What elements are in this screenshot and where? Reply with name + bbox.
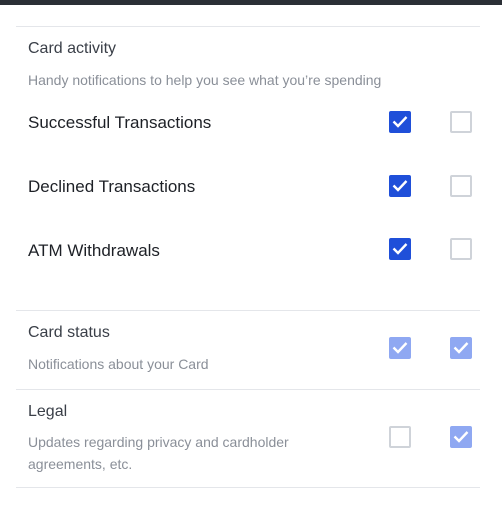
declined-transactions-checkbox-2[interactable] — [450, 175, 472, 197]
row-label-declined-transactions: Declined Transactions — [28, 177, 196, 196]
legal-title: Legal — [28, 403, 68, 420]
atm-withdrawals-checkbox-2[interactable] — [450, 238, 472, 260]
card-activity-description: Handy notifications to help you see what… — [28, 72, 382, 88]
top-bar — [0, 0, 502, 5]
divider — [16, 389, 480, 390]
row-label-atm-withdrawals: ATM Withdrawals — [28, 241, 160, 260]
card-status-title: Card status — [28, 324, 110, 341]
legal-checkbox-1 — [389, 426, 411, 448]
card-status-description: Notifications about your Card — [28, 356, 209, 372]
atm-withdrawals-checkbox-1[interactable] — [389, 238, 411, 260]
declined-transactions-checkbox-1[interactable] — [389, 175, 411, 197]
card-status-checkbox-2 — [450, 337, 472, 359]
divider — [16, 487, 480, 488]
legal-checkbox-2 — [450, 426, 472, 448]
card-status-checkbox-1 — [389, 337, 411, 359]
divider — [16, 310, 480, 311]
legal-description: Updates regarding privacy and cardholder… — [28, 434, 289, 472]
row-label-successful-transactions: Successful Transactions — [28, 113, 212, 132]
divider — [16, 26, 480, 27]
card-activity-title: Card activity — [28, 40, 117, 57]
successful-transactions-checkbox-2[interactable] — [450, 111, 472, 133]
successful-transactions-checkbox-1[interactable] — [389, 111, 411, 133]
